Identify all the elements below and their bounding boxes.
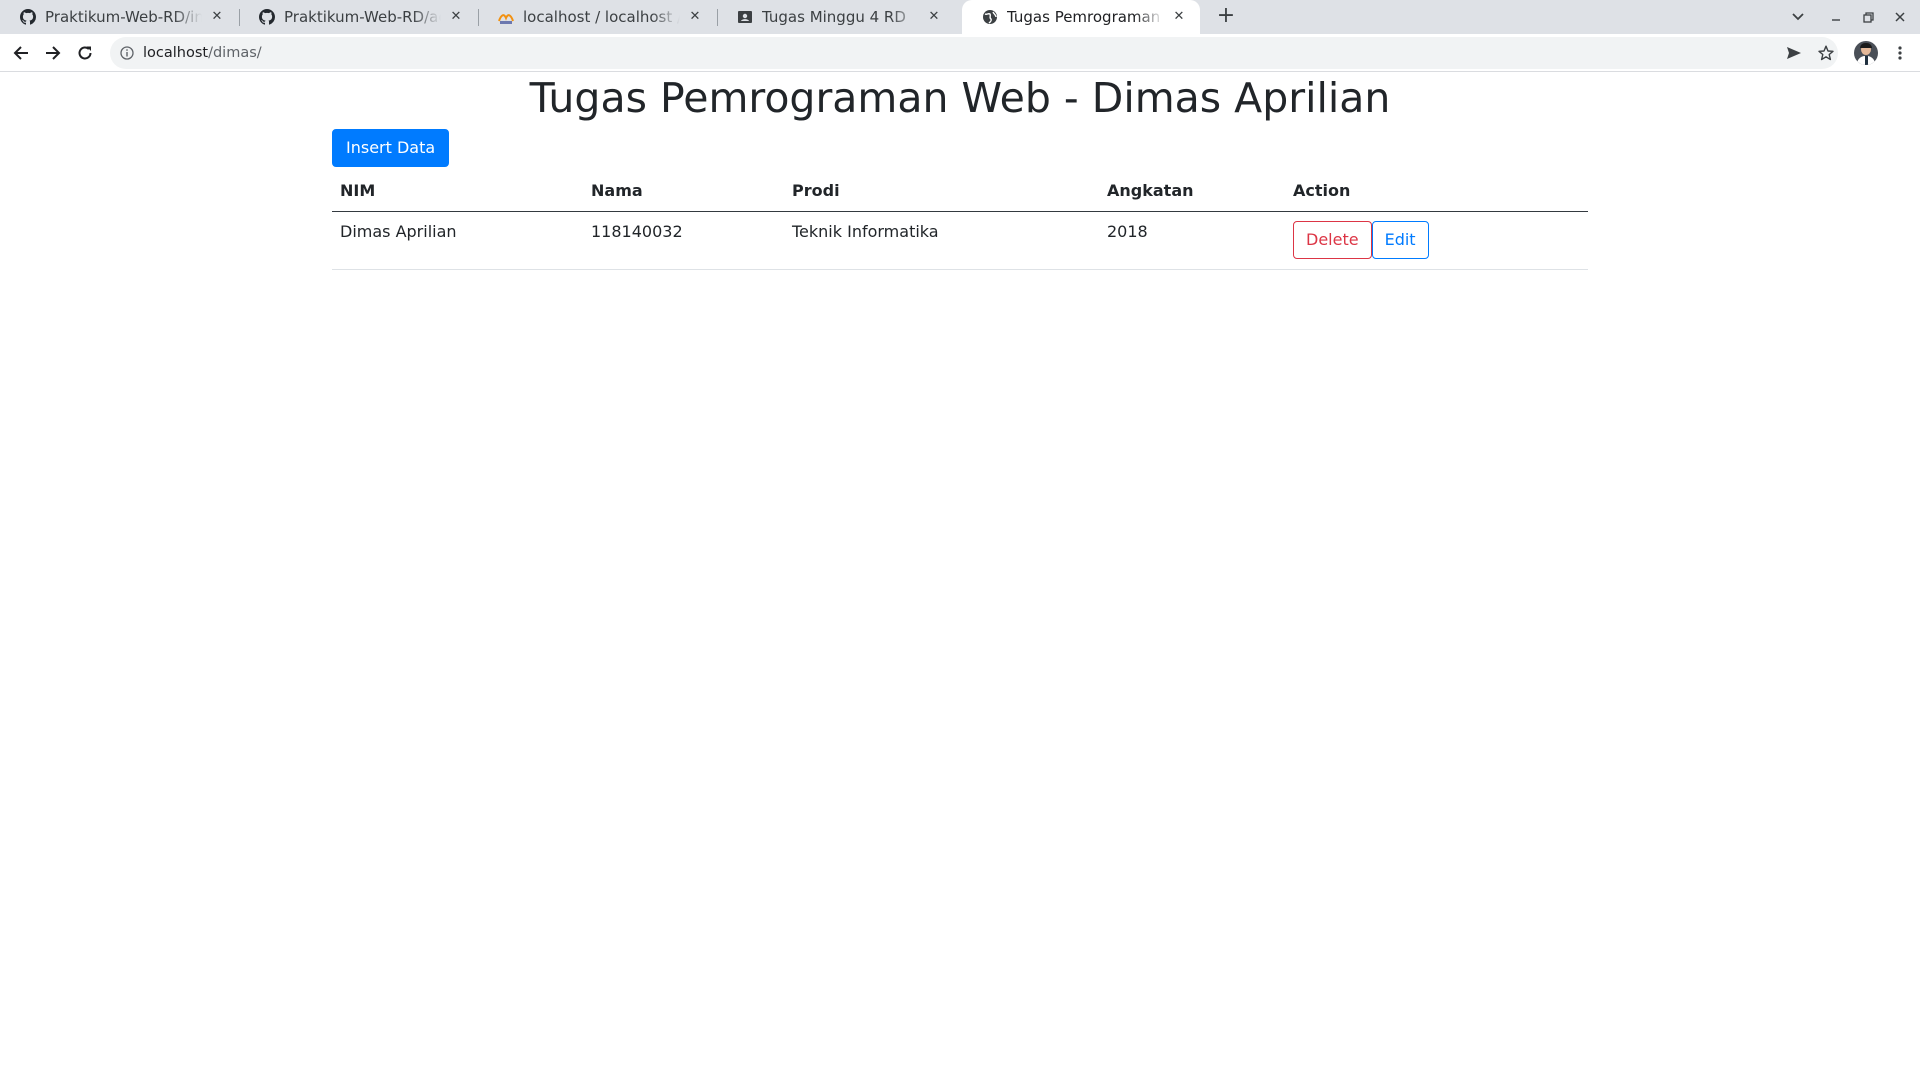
close-icon[interactable]: ✕ xyxy=(447,8,465,26)
cell-nama: 118140032 xyxy=(583,211,784,270)
tab-title: Praktikum-Web-RD/index xyxy=(45,8,202,26)
tab-strip: Praktikum-Web-RD/index ✕ Praktikum-Web-R… xyxy=(0,0,1920,34)
url-path: /dimas/ xyxy=(208,45,262,61)
new-tab-button[interactable]: + xyxy=(1212,3,1240,31)
kebab-menu-icon[interactable] xyxy=(1886,39,1914,67)
table-header-row: NIM Nama Prodi Angkatan Action xyxy=(332,169,1588,212)
tab-praktikum-action[interactable]: Praktikum-Web-RD/action ✕ xyxy=(239,0,477,34)
tab-title: Tugas Pemrograman Web xyxy=(1007,8,1164,26)
tab-title: Praktikum-Web-RD/action xyxy=(284,8,441,26)
cell-action: Delete Edit xyxy=(1285,211,1588,270)
globe-icon xyxy=(982,9,998,25)
cell-angkatan: 2018 xyxy=(1099,211,1285,270)
page-title: Tugas Pemrograman Web - Dimas Aprilian xyxy=(529,74,1391,122)
send-icon[interactable] xyxy=(1780,39,1808,67)
forward-icon[interactable] xyxy=(39,39,67,67)
data-table: NIM Nama Prodi Angkatan Action Dimas Apr… xyxy=(332,169,1588,270)
bookmark-star-icon[interactable] xyxy=(1812,39,1840,67)
browser-toolbar: localhost/dimas/ xyxy=(0,34,1920,72)
tab-title: localhost / localhost / pra xyxy=(523,8,680,26)
avatar-hair xyxy=(1860,43,1872,48)
close-icon[interactable]: ✕ xyxy=(686,8,704,26)
reload-icon[interactable] xyxy=(71,39,99,67)
profile-avatar[interactable] xyxy=(1854,41,1878,65)
classroom-icon xyxy=(737,9,753,25)
header-nim: NIM xyxy=(332,169,583,212)
window-close-icon[interactable] xyxy=(1884,0,1916,34)
cell-nim: Dimas Aprilian xyxy=(332,211,583,270)
tab-phpmyadmin[interactable]: localhost / localhost / pra ✕ xyxy=(478,0,716,34)
content-container: Tugas Pemrograman Web - Dimas Aprilian I… xyxy=(332,73,1588,270)
header-angkatan: Angkatan xyxy=(1099,169,1285,212)
url-host: localhost xyxy=(143,45,209,61)
header-action: Action xyxy=(1285,169,1588,212)
avatar-tie xyxy=(1865,56,1868,65)
tab-tugas-minggu[interactable]: Tugas Minggu 4 RD ✕ xyxy=(717,0,955,34)
tab-praktikum-index[interactable]: Praktikum-Web-RD/index ✕ xyxy=(0,0,238,34)
tab-tugas-pemrograman[interactable]: Tugas Pemrograman Web ✕ xyxy=(962,0,1200,34)
tab-search-icon[interactable] xyxy=(1782,0,1814,34)
phpmyadmin-icon xyxy=(498,9,514,25)
url-text: localhost/dimas/ xyxy=(143,45,262,61)
minimize-icon[interactable] xyxy=(1820,0,1852,34)
info-icon[interactable] xyxy=(119,45,135,61)
insert-data-button[interactable]: Insert Data xyxy=(332,129,450,167)
edit-button[interactable]: Edit xyxy=(1371,220,1429,259)
back-icon[interactable] xyxy=(7,39,35,67)
cell-prodi: Teknik Informatika xyxy=(784,211,1099,270)
header-prodi: Prodi xyxy=(784,169,1099,212)
close-icon[interactable]: ✕ xyxy=(1170,8,1188,26)
page-viewport: Tugas Pemrograman Web - Dimas Aprilian I… xyxy=(0,73,1920,1080)
close-icon[interactable]: ✕ xyxy=(208,8,226,26)
table-row: Dimas Aprilian 118140032 Teknik Informat… xyxy=(332,211,1588,270)
header-nama: Nama xyxy=(583,169,784,212)
restore-icon[interactable] xyxy=(1852,0,1884,34)
delete-button[interactable]: Delete xyxy=(1293,220,1372,259)
tab-title: Tugas Minggu 4 RD xyxy=(762,8,906,26)
close-icon[interactable]: ✕ xyxy=(925,8,943,26)
github-icon xyxy=(20,9,36,25)
github-icon xyxy=(259,9,275,25)
address-bar[interactable]: localhost/dimas/ xyxy=(110,37,1838,69)
